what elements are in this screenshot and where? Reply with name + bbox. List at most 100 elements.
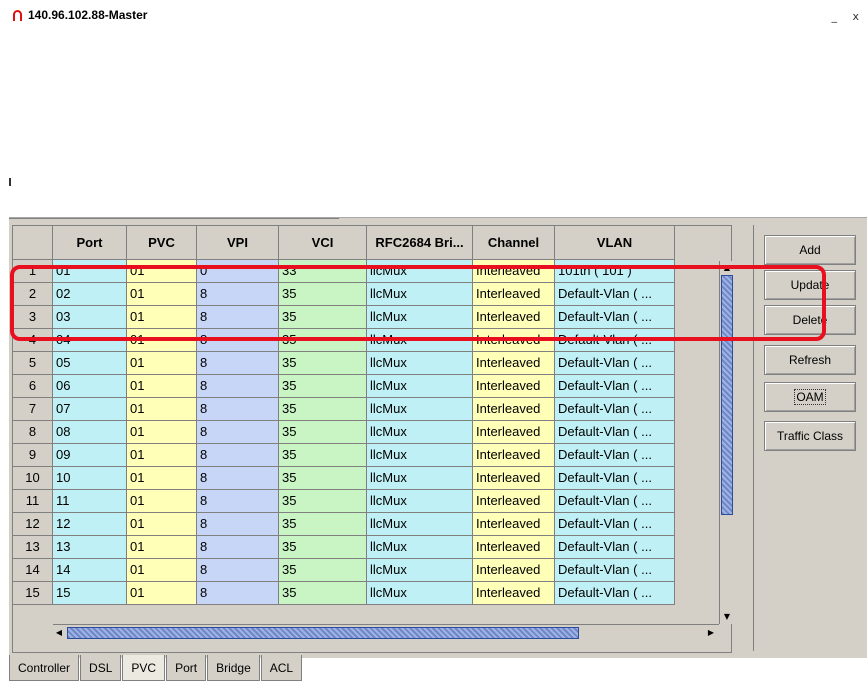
- pvc-cell[interactable]: 01: [127, 375, 197, 398]
- vpi-cell[interactable]: 8: [197, 513, 279, 536]
- window-controls[interactable]: _ x: [831, 10, 865, 23]
- channel-cell[interactable]: Interleaved: [473, 352, 555, 375]
- traffic-class-button[interactable]: Traffic Class: [764, 421, 856, 451]
- vpi-cell[interactable]: 8: [197, 444, 279, 467]
- vpi-cell[interactable]: 8: [197, 490, 279, 513]
- column-header-2[interactable]: PVC: [127, 226, 197, 260]
- rfc2684-cell[interactable]: llcMux: [367, 352, 473, 375]
- vci-cell[interactable]: 35: [279, 398, 367, 421]
- vci-cell[interactable]: 35: [279, 490, 367, 513]
- port-cell[interactable]: 09: [53, 444, 127, 467]
- vci-cell[interactable]: 35: [279, 536, 367, 559]
- vlan-cell[interactable]: Default-Vlan ( ...: [555, 352, 675, 375]
- table-row[interactable]: 5 05 01 8 35 llcMux Interleaved Default-Vlan ( …: [13, 352, 675, 375]
- add-button[interactable]: Add: [764, 235, 856, 265]
- port-cell[interactable]: 08: [53, 421, 127, 444]
- refresh-button[interactable]: Refresh: [764, 345, 856, 375]
- tab-pvc[interactable]: PVC: [122, 655, 166, 681]
- port-cell[interactable]: 10: [53, 467, 127, 490]
- pvc-cell[interactable]: 01: [127, 490, 197, 513]
- rfc2684-cell[interactable]: llcMux: [367, 513, 473, 536]
- table-row[interactable]: 14 14 01 8 35 llcMux Interleaved Default-Vlan (…: [13, 559, 675, 582]
- arrow-down-icon[interactable]: ▼: [721, 610, 733, 623]
- column-header-6[interactable]: Channel: [473, 226, 555, 260]
- horizontal-scroll-thumb[interactable]: [67, 627, 579, 639]
- rfc2684-cell[interactable]: llcMux: [367, 490, 473, 513]
- channel-cell[interactable]: Interleaved: [473, 444, 555, 467]
- vpi-cell[interactable]: 8: [197, 375, 279, 398]
- table-row[interactable]: 8 08 01 8 35 llcMux Interleaved Default-Vlan ( …: [13, 421, 675, 444]
- arrow-right-icon[interactable]: ▶: [705, 626, 717, 639]
- vpi-cell[interactable]: 8: [197, 352, 279, 375]
- horizontal-scrollbar[interactable]: ◀ ▶: [53, 624, 719, 641]
- rfc2684-cell[interactable]: llcMux: [367, 467, 473, 490]
- column-header-5[interactable]: RFC2684 Bri...: [367, 226, 473, 260]
- rfc2684-cell[interactable]: llcMux: [367, 421, 473, 444]
- vci-cell[interactable]: 35: [279, 352, 367, 375]
- port-cell[interactable]: 11: [53, 490, 127, 513]
- vlan-cell[interactable]: Default-Vlan ( ...: [555, 513, 675, 536]
- vpi-cell[interactable]: 8: [197, 467, 279, 490]
- tab-port[interactable]: Port: [166, 655, 207, 681]
- vpi-cell[interactable]: 8: [197, 536, 279, 559]
- channel-cell[interactable]: Interleaved: [473, 582, 555, 605]
- vlan-cell[interactable]: Default-Vlan ( ...: [555, 444, 675, 467]
- vlan-cell[interactable]: Default-Vlan ( ...: [555, 536, 675, 559]
- vlan-cell[interactable]: Default-Vlan ( ...: [555, 490, 675, 513]
- channel-cell[interactable]: Interleaved: [473, 536, 555, 559]
- vlan-cell[interactable]: Default-Vlan ( ...: [555, 559, 675, 582]
- channel-cell[interactable]: Interleaved: [473, 559, 555, 582]
- vpi-cell[interactable]: 8: [197, 582, 279, 605]
- tab-dsl[interactable]: DSL: [80, 655, 122, 681]
- channel-cell[interactable]: Interleaved: [473, 421, 555, 444]
- rfc2684-cell[interactable]: llcMux: [367, 536, 473, 559]
- channel-cell[interactable]: Interleaved: [473, 375, 555, 398]
- table-row[interactable]: 12 12 01 8 35 llcMux Interleaved Default-Vlan (…: [13, 513, 675, 536]
- column-header-3[interactable]: VPI: [197, 226, 279, 260]
- column-header-7[interactable]: VLAN: [555, 226, 675, 260]
- vpi-cell[interactable]: 8: [197, 559, 279, 582]
- column-header-index[interactable]: [13, 226, 53, 260]
- vpi-cell[interactable]: 8: [197, 421, 279, 444]
- pvc-cell[interactable]: 01: [127, 398, 197, 421]
- table-row[interactable]: 11 11 01 8 35 llcMux Interleaved Default-Vlan (…: [13, 490, 675, 513]
- rfc2684-cell[interactable]: llcMux: [367, 444, 473, 467]
- tab-acl[interactable]: ACL: [260, 655, 303, 681]
- vlan-cell[interactable]: Default-Vlan ( ...: [555, 582, 675, 605]
- table-row[interactable]: 9 09 01 8 35 llcMux Interleaved Default-Vlan ( …: [13, 444, 675, 467]
- rfc2684-cell[interactable]: llcMux: [367, 375, 473, 398]
- pvc-cell[interactable]: 01: [127, 421, 197, 444]
- pvc-cell[interactable]: 01: [127, 444, 197, 467]
- vlan-cell[interactable]: Default-Vlan ( ...: [555, 398, 675, 421]
- rfc2684-cell[interactable]: llcMux: [367, 559, 473, 582]
- pvc-cell[interactable]: 01: [127, 559, 197, 582]
- column-header-4[interactable]: VCI: [279, 226, 367, 260]
- table-row[interactable]: 15 15 01 8 35 llcMux Interleaved Default-Vlan (…: [13, 582, 675, 605]
- table-row[interactable]: 13 13 01 8 35 llcMux Interleaved Default-Vlan (…: [13, 536, 675, 559]
- vci-cell[interactable]: 35: [279, 559, 367, 582]
- rfc2684-cell[interactable]: llcMux: [367, 398, 473, 421]
- table-row[interactable]: 7 07 01 8 35 llcMux Interleaved Default-Vlan ( …: [13, 398, 675, 421]
- vci-cell[interactable]: 35: [279, 421, 367, 444]
- vlan-cell[interactable]: Default-Vlan ( ...: [555, 375, 675, 398]
- arrow-left-icon[interactable]: ◀: [53, 626, 65, 639]
- vci-cell[interactable]: 35: [279, 444, 367, 467]
- vpi-cell[interactable]: 8: [197, 398, 279, 421]
- oam-button[interactable]: OAM: [764, 382, 856, 412]
- table-row[interactable]: 10 10 01 8 35 llcMux Interleaved Default-Vlan (…: [13, 467, 675, 490]
- column-header-1[interactable]: Port: [53, 226, 127, 260]
- vci-cell[interactable]: 35: [279, 375, 367, 398]
- vlan-cell[interactable]: Default-Vlan ( ...: [555, 421, 675, 444]
- tab-controller[interactable]: Controller: [9, 655, 80, 681]
- port-cell[interactable]: 07: [53, 398, 127, 421]
- channel-cell[interactable]: Interleaved: [473, 513, 555, 536]
- table-row[interactable]: 6 06 01 8 35 llcMux Interleaved Default-Vlan ( …: [13, 375, 675, 398]
- port-cell[interactable]: 06: [53, 375, 127, 398]
- vci-cell[interactable]: 35: [279, 513, 367, 536]
- tab-bridge[interactable]: Bridge: [207, 655, 260, 681]
- channel-cell[interactable]: Interleaved: [473, 467, 555, 490]
- vci-cell[interactable]: 35: [279, 467, 367, 490]
- port-cell[interactable]: 14: [53, 559, 127, 582]
- port-cell[interactable]: 12: [53, 513, 127, 536]
- pvc-cell[interactable]: 01: [127, 352, 197, 375]
